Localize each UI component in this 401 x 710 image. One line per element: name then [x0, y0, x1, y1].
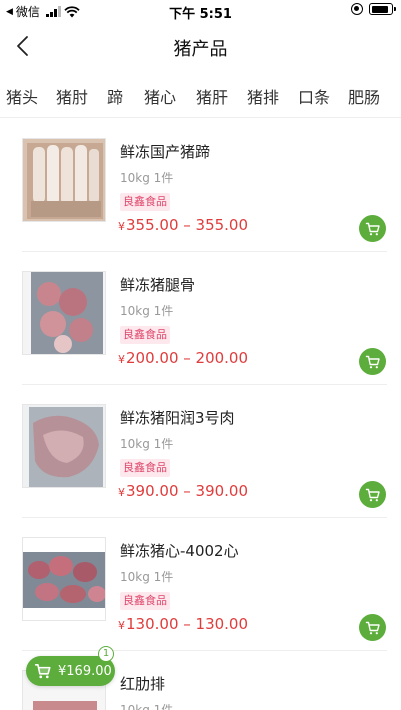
- tab-item[interactable]: 猪肘: [56, 84, 88, 108]
- currency-symbol: ¥: [118, 486, 125, 499]
- price-range: 200.00 – 200.00: [126, 349, 249, 367]
- product-name: 红肋排: [120, 675, 166, 693]
- currency-symbol: ¥: [118, 220, 125, 233]
- product-price: ¥200.00 – 200.00: [118, 349, 248, 367]
- nav-header: 猪产品: [0, 22, 401, 70]
- product-spec: 10kg 1件: [120, 437, 174, 451]
- brand-badge: 良鑫食品: [120, 592, 170, 610]
- cart-icon: [365, 355, 380, 368]
- battery-icon: [369, 3, 396, 15]
- tab-item[interactable]: 猪头: [6, 84, 38, 108]
- status-right: [351, 3, 396, 15]
- tab-item[interactable]: 蹄: [107, 84, 123, 108]
- price-range: 355.00 – 355.00: [126, 216, 249, 234]
- price-range: 390.00 – 390.00: [126, 482, 249, 500]
- product-price: ¥355.00 – 355.00: [118, 216, 248, 234]
- currency-symbol: ¥: [118, 353, 125, 366]
- add-to-cart-button[interactable]: [359, 614, 386, 641]
- orientation-lock-icon: [351, 3, 363, 15]
- frozen-pork-image: [23, 405, 105, 487]
- product-item[interactable]: 鲜冻国产猪蹄 10kg 1件 良鑫食品 ¥355.00 – 355.00: [0, 119, 401, 252]
- product-image[interactable]: [22, 404, 106, 488]
- status-bar: ◀ 微信 下午 5:51: [0, 0, 401, 22]
- cart-icon: [365, 621, 380, 634]
- pig-trotter-image: [23, 139, 105, 221]
- tab-item[interactable]: 口条: [298, 84, 330, 108]
- currency-symbol: ¥: [118, 619, 125, 632]
- product-image[interactable]: [22, 537, 106, 621]
- brand-badge: 良鑫食品: [120, 193, 170, 211]
- brand-badge: 良鑫食品: [120, 326, 170, 344]
- tab-item[interactable]: 猪肝: [196, 84, 228, 108]
- product-item[interactable]: 鲜冻猪阳润3号肉 10kg 1件 良鑫食品 ¥390.00 – 390.00: [0, 385, 401, 518]
- tab-item[interactable]: 肥肠: [348, 84, 380, 108]
- product-name: 鲜冻国产猪蹄: [120, 143, 211, 161]
- add-to-cart-button[interactable]: [359, 215, 386, 242]
- category-tabs: 猪头 猪肘 蹄 猪心 猪肝 猪排 口条 肥肠: [0, 74, 401, 118]
- product-spec: 10kg 1件: [120, 703, 174, 710]
- tab-item[interactable]: 猪排: [247, 84, 279, 108]
- cart-total: ¥169.00: [58, 663, 112, 679]
- pork-leg-bone-image: [23, 272, 105, 354]
- product-name: 鲜冻猪心-4002心: [120, 542, 239, 560]
- product-spec: 10kg 1件: [120, 171, 174, 185]
- status-time: 下午 5:51: [169, 7, 232, 22]
- product-name: 鲜冻猪阳润3号肉: [120, 409, 235, 427]
- brand-badge: 良鑫食品: [120, 459, 170, 477]
- page-title: 猪产品: [173, 39, 228, 60]
- add-to-cart-button[interactable]: [359, 481, 386, 508]
- price-range: 130.00 – 130.00: [126, 615, 249, 633]
- add-to-cart-button[interactable]: [359, 348, 386, 375]
- product-image[interactable]: [22, 271, 106, 355]
- tab-item[interactable]: 猪心: [144, 84, 176, 108]
- cart-icon: [34, 664, 51, 679]
- product-item[interactable]: 鲜冻猪心-4002心 10kg 1件 良鑫食品 ¥130.00 – 130.00: [0, 518, 401, 651]
- product-price: ¥390.00 – 390.00: [118, 482, 248, 500]
- product-image[interactable]: [22, 138, 106, 222]
- pig-heart-image: [23, 538, 105, 620]
- cart-count-badge: 1: [98, 646, 114, 662]
- product-spec: 10kg 1件: [120, 304, 174, 318]
- product-name: 鲜冻猪腿骨: [120, 276, 196, 294]
- product-spec: 10kg 1件: [120, 570, 174, 584]
- cart-icon: [365, 488, 380, 501]
- cart-icon: [365, 222, 380, 235]
- product-item[interactable]: 鲜冻猪腿骨 10kg 1件 良鑫食品 ¥200.00 – 200.00: [0, 252, 401, 385]
- product-price: ¥130.00 – 130.00: [118, 615, 248, 633]
